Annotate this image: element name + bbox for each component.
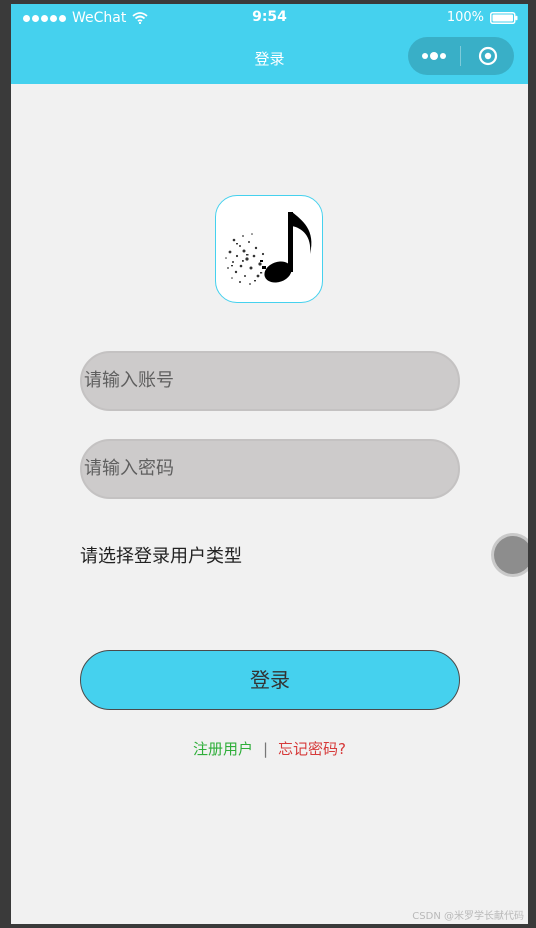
battery-percent: 100% (446, 10, 484, 25)
phone-screen: WeChat 9:54 100% 登录 请输入账号 请输入密码 请选择登录用户类… (11, 4, 528, 924)
close-button[interactable] (461, 37, 514, 75)
nav-bar: 登录 (11, 32, 528, 84)
status-right: 100% (447, 10, 518, 25)
battery-fill (492, 14, 513, 21)
floating-assist-ball[interactable] (494, 536, 528, 574)
forgot-password-link[interactable]: 忘记密码? (278, 740, 346, 758)
auth-links: 注册用户 | 忘记密码? (11, 738, 528, 759)
more-button[interactable] (408, 37, 460, 75)
login-content: 请输入账号 请输入密码 请选择登录用户类型 登录 注册用户 | 忘记密码? (11, 84, 528, 924)
account-input[interactable]: 请输入账号 (80, 351, 460, 411)
watermark: CSDN @米罗学长献代码 (412, 911, 524, 922)
register-link[interactable]: 注册用户 (193, 740, 253, 758)
status-bar: WeChat 9:54 100% (11, 4, 528, 32)
target-icon (478, 46, 497, 66)
link-separator: | (262, 740, 269, 758)
login-button[interactable]: 登录 (80, 650, 460, 710)
more-dots-icon (422, 52, 446, 60)
mini-program-capsule (408, 37, 514, 75)
music-note-logo-icon (225, 212, 312, 285)
app-logo (215, 195, 323, 303)
user-type-picker[interactable]: 请选择登录用户类型 (80, 542, 242, 568)
battery-icon (490, 11, 518, 24)
password-input[interactable]: 请输入密码 (80, 439, 460, 499)
